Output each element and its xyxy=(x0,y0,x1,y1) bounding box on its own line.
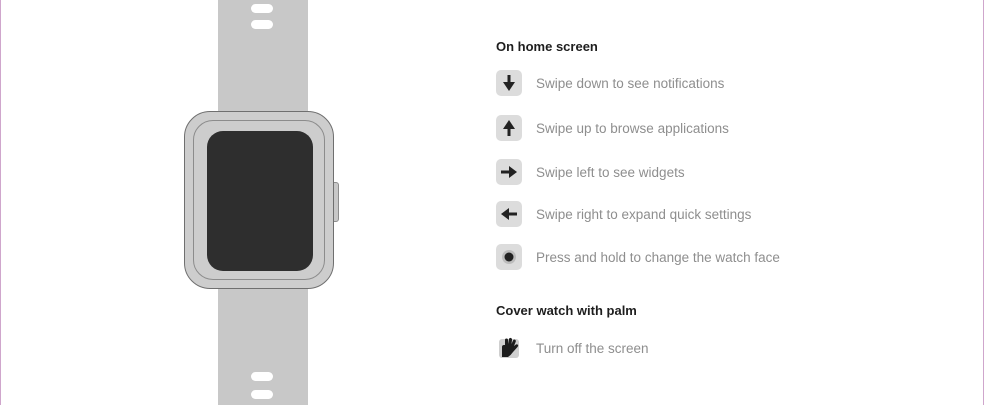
gesture-item-label: Swipe right to expand quick settings xyxy=(536,206,752,222)
strap-hole xyxy=(251,372,273,381)
home-screen-section-title: On home screen xyxy=(496,39,598,54)
watch-case xyxy=(184,111,334,289)
strap-hole xyxy=(251,4,273,13)
palm-section-title: Cover watch with palm xyxy=(496,303,637,318)
gesture-item-press-hold: Press and hold to change the watch face xyxy=(496,244,780,270)
strap-hole xyxy=(251,390,273,399)
smartwatch-illustration xyxy=(182,0,344,405)
watch-strap-bottom xyxy=(218,285,308,405)
gesture-item-label: Turn off the screen xyxy=(536,340,649,356)
gesture-item-swipe-left: Swipe left to see widgets xyxy=(496,159,685,185)
gesture-item-label: Swipe left to see widgets xyxy=(536,164,685,180)
gesture-item-swipe-up: Swipe up to browse applications xyxy=(496,115,729,141)
gesture-item-label: Press and hold to change the watch face xyxy=(536,249,780,265)
watch-screen xyxy=(207,131,313,271)
gesture-item-cover-palm: Turn off the screen xyxy=(496,335,649,361)
swipe-right-icon xyxy=(496,201,522,227)
gesture-item-label: Swipe down to see notifications xyxy=(536,75,725,91)
palm-icon xyxy=(496,335,522,361)
watch-strap-top xyxy=(218,0,308,112)
press-hold-icon xyxy=(496,244,522,270)
strap-hole xyxy=(251,20,273,29)
gesture-instructions: On home screen Swipe down to see notific… xyxy=(496,0,976,405)
gesture-item-swipe-right: Swipe right to expand quick settings xyxy=(496,201,751,227)
gesture-item-swipe-down: Swipe down to see notifications xyxy=(496,70,724,96)
swipe-up-icon xyxy=(496,115,522,141)
swipe-left-icon xyxy=(496,159,522,185)
gesture-item-label: Swipe up to browse applications xyxy=(536,120,729,136)
swipe-down-icon xyxy=(496,70,522,96)
